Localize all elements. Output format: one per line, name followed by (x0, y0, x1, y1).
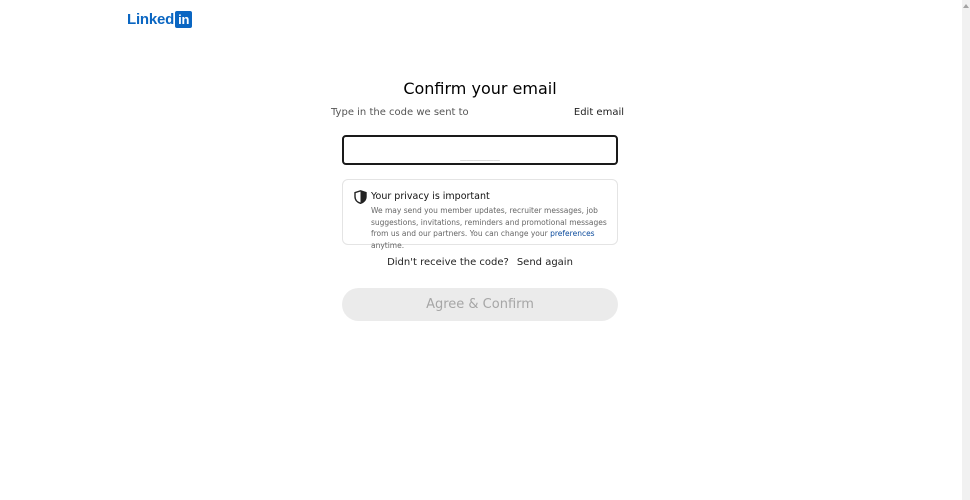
privacy-title: Your privacy is important (371, 191, 490, 202)
privacy-notice: Your privacy is important We may send yo… (342, 179, 618, 250)
code-sent-text: Type in the code we sent to (331, 107, 469, 118)
agree-confirm-button[interactable]: Agree & Confirm (342, 288, 618, 321)
privacy-body-suffix: anytime. (371, 240, 405, 250)
logo-in-box: in (175, 11, 193, 28)
verification-code-field[interactable] (342, 135, 618, 165)
scroll-up-arrow-icon[interactable] (963, 4, 969, 8)
privacy-body: We may send you member updates, recruite… (371, 205, 607, 251)
edit-email-link[interactable]: Edit email (574, 107, 624, 118)
vertical-scrollbar[interactable] (962, 0, 970, 500)
resend-row: Didn't receive the code? Send again (0, 257, 960, 268)
verification-code-input[interactable] (344, 137, 616, 163)
logo-text: Linked (127, 11, 175, 28)
shield-icon (354, 190, 367, 204)
send-again-link[interactable]: Send again (517, 257, 573, 268)
linkedin-logo[interactable]: Linked in (127, 11, 193, 28)
page-title: Confirm your email (403, 79, 557, 98)
resend-question: Didn't receive the code? (387, 257, 509, 268)
preferences-link[interactable]: preferences (550, 229, 594, 238)
